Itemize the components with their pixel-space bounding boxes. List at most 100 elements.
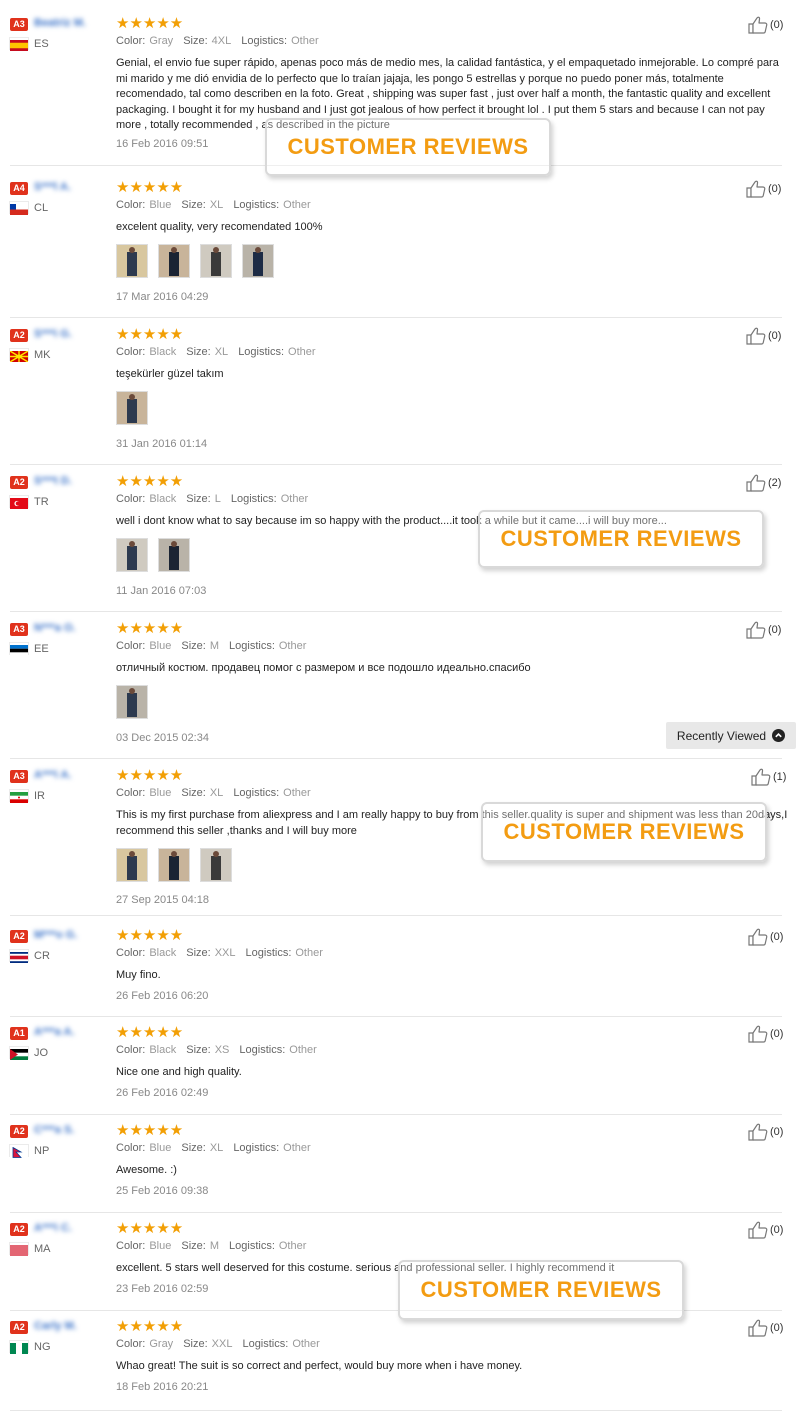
review-photo-thumbnail[interactable]	[158, 244, 190, 278]
buyer-level-badge: A2	[10, 1321, 28, 1334]
review-photo-thumbnail[interactable]	[158, 848, 190, 882]
helpful-count: (2)	[768, 477, 782, 489]
helpful-button[interactable]: (2)	[746, 474, 781, 492]
buyer-name[interactable]: M***o G.	[34, 929, 77, 941]
helpful-count: (0)	[768, 330, 782, 342]
review-photo-thumbnail[interactable]	[158, 538, 190, 572]
review-photo-thumbnail[interactable]	[116, 685, 148, 719]
review-item: A2 S***i G. MK ★★★★★ Color: Black Size: XL Logis…	[0, 326, 790, 465]
color-value: Black	[149, 1044, 177, 1056]
size-value: M	[209, 1240, 220, 1252]
review-date: 03 Dec 2015 02:34	[116, 732, 209, 744]
color-label: Color:	[116, 640, 146, 652]
helpful-button[interactable]: (0)	[748, 1025, 783, 1043]
review-date: 11 Jan 2016 07:03	[116, 585, 207, 597]
buyer-country: TR	[34, 496, 49, 508]
recently-viewed-button[interactable]: Recently Viewed	[666, 722, 796, 749]
thumbs-up-icon	[751, 768, 771, 786]
divider	[10, 464, 782, 465]
buyer-name[interactable]: S***l A.	[34, 181, 71, 193]
thumbs-up-icon	[748, 1221, 768, 1239]
thumbs-up-icon	[746, 474, 766, 492]
review-photos	[116, 391, 148, 425]
review-photo-thumbnail[interactable]	[242, 244, 274, 278]
color-label: Color:	[116, 1142, 146, 1154]
buyer-name[interactable]: C***a S.	[34, 1124, 74, 1136]
buyer-name[interactable]: A***a A.	[34, 1026, 75, 1038]
helpful-button[interactable]: (0)	[746, 327, 781, 345]
logistics-value: Other	[278, 640, 307, 652]
review-photo-thumbnail[interactable]	[200, 848, 232, 882]
buyer-name[interactable]: Beatriz M.	[34, 17, 86, 29]
customer-reviews-watermark: CUSTOMER REVIEWS	[398, 1260, 684, 1320]
buyer-level-badge: A1	[10, 1027, 28, 1040]
buyer-country: ES	[34, 38, 49, 50]
star-rating: ★★★★★	[116, 179, 184, 196]
logistics-label: Logistics:	[245, 947, 292, 959]
star-rating: ★★★★★	[116, 620, 184, 637]
buyer-level-badge: A2	[10, 1223, 28, 1236]
buyer-name[interactable]: S***i G.	[34, 328, 72, 340]
star-rating: ★★★★★	[116, 1318, 184, 1335]
logistics-label: Logistics:	[233, 199, 280, 211]
helpful-button[interactable]: (0)	[748, 16, 783, 34]
size-label: Size:	[183, 35, 208, 47]
review-photo-thumbnail[interactable]	[116, 391, 148, 425]
review-text: teşekürler güzel takım	[116, 368, 224, 380]
thumbs-up-icon	[748, 1319, 768, 1337]
logistics-label: Logistics:	[233, 1142, 280, 1154]
helpful-count: (0)	[768, 624, 782, 636]
review-item: A4 S***l A. CL ★★★★★ Color: Blue Size: XL Logist…	[0, 179, 790, 318]
country-flag-icon	[10, 950, 28, 963]
logistics-label: Logistics:	[229, 1240, 275, 1252]
country-flag-icon	[10, 790, 28, 803]
review-photo-thumbnail[interactable]	[116, 848, 148, 882]
helpful-button[interactable]: (0)	[748, 1221, 783, 1239]
buyer-name[interactable]: S***t D.	[34, 475, 72, 487]
star-rating: ★★★★★	[116, 326, 184, 343]
buyer-name[interactable]: N***a O.	[34, 622, 76, 634]
review-photo-thumbnail[interactable]	[116, 538, 148, 572]
helpful-button[interactable]: (0)	[748, 1319, 783, 1337]
helpful-count: (0)	[770, 931, 784, 943]
review-text: Whao great! The suit is so correct and p…	[116, 1360, 523, 1372]
size-label: Size:	[183, 1338, 208, 1350]
color-label: Color:	[116, 787, 146, 799]
review-date: 25 Feb 2016 09:38	[116, 1185, 209, 1197]
buyer-country: MA	[34, 1243, 51, 1255]
logistics-value: Other	[280, 493, 309, 505]
buyer-country: EE	[34, 643, 49, 655]
helpful-count: (0)	[770, 1126, 784, 1138]
helpful-button[interactable]: (0)	[748, 928, 783, 946]
chevron-up-icon	[772, 729, 786, 742]
size-label: Size:	[186, 947, 211, 959]
buyer-name[interactable]: A***i C.	[34, 1222, 72, 1234]
helpful-button[interactable]: (1)	[751, 768, 786, 786]
logistics-label: Logistics:	[229, 640, 275, 652]
buyer-name[interactable]: A***i A.	[34, 769, 72, 781]
buyer-level-badge: A2	[10, 476, 28, 489]
order-info: Color: Blue Size: XL Logistics: Other	[116, 1142, 321, 1154]
review-date: 23 Feb 2016 02:59	[116, 1283, 209, 1295]
buyer-name[interactable]: Carly M.	[34, 1320, 77, 1332]
helpful-button[interactable]: (0)	[748, 1123, 783, 1141]
size-value: XL	[209, 199, 224, 211]
helpful-count: (1)	[773, 771, 787, 783]
review-text: Awesome. :)	[116, 1164, 177, 1176]
review-date: 31 Jan 2016 01:14	[116, 438, 208, 450]
size-label: Size:	[181, 640, 206, 652]
color-label: Color:	[116, 35, 146, 47]
helpful-button[interactable]: (0)	[746, 180, 781, 198]
logistics-label: Logistics:	[238, 346, 285, 358]
logistics-value: Other	[283, 1142, 311, 1154]
review-date: 26 Feb 2016 02:49	[116, 1087, 209, 1099]
helpful-button[interactable]: (0)	[746, 621, 781, 639]
review-photo-thumbnail[interactable]	[116, 244, 148, 278]
review-photo-thumbnail[interactable]	[200, 244, 232, 278]
buyer-level-badge: A3	[10, 770, 28, 783]
color-label: Color:	[116, 199, 146, 211]
color-value: Black	[149, 947, 177, 959]
size-label: Size:	[181, 1142, 206, 1154]
recently-viewed-label: Recently Viewed	[676, 728, 767, 743]
color-label: Color:	[116, 346, 146, 358]
